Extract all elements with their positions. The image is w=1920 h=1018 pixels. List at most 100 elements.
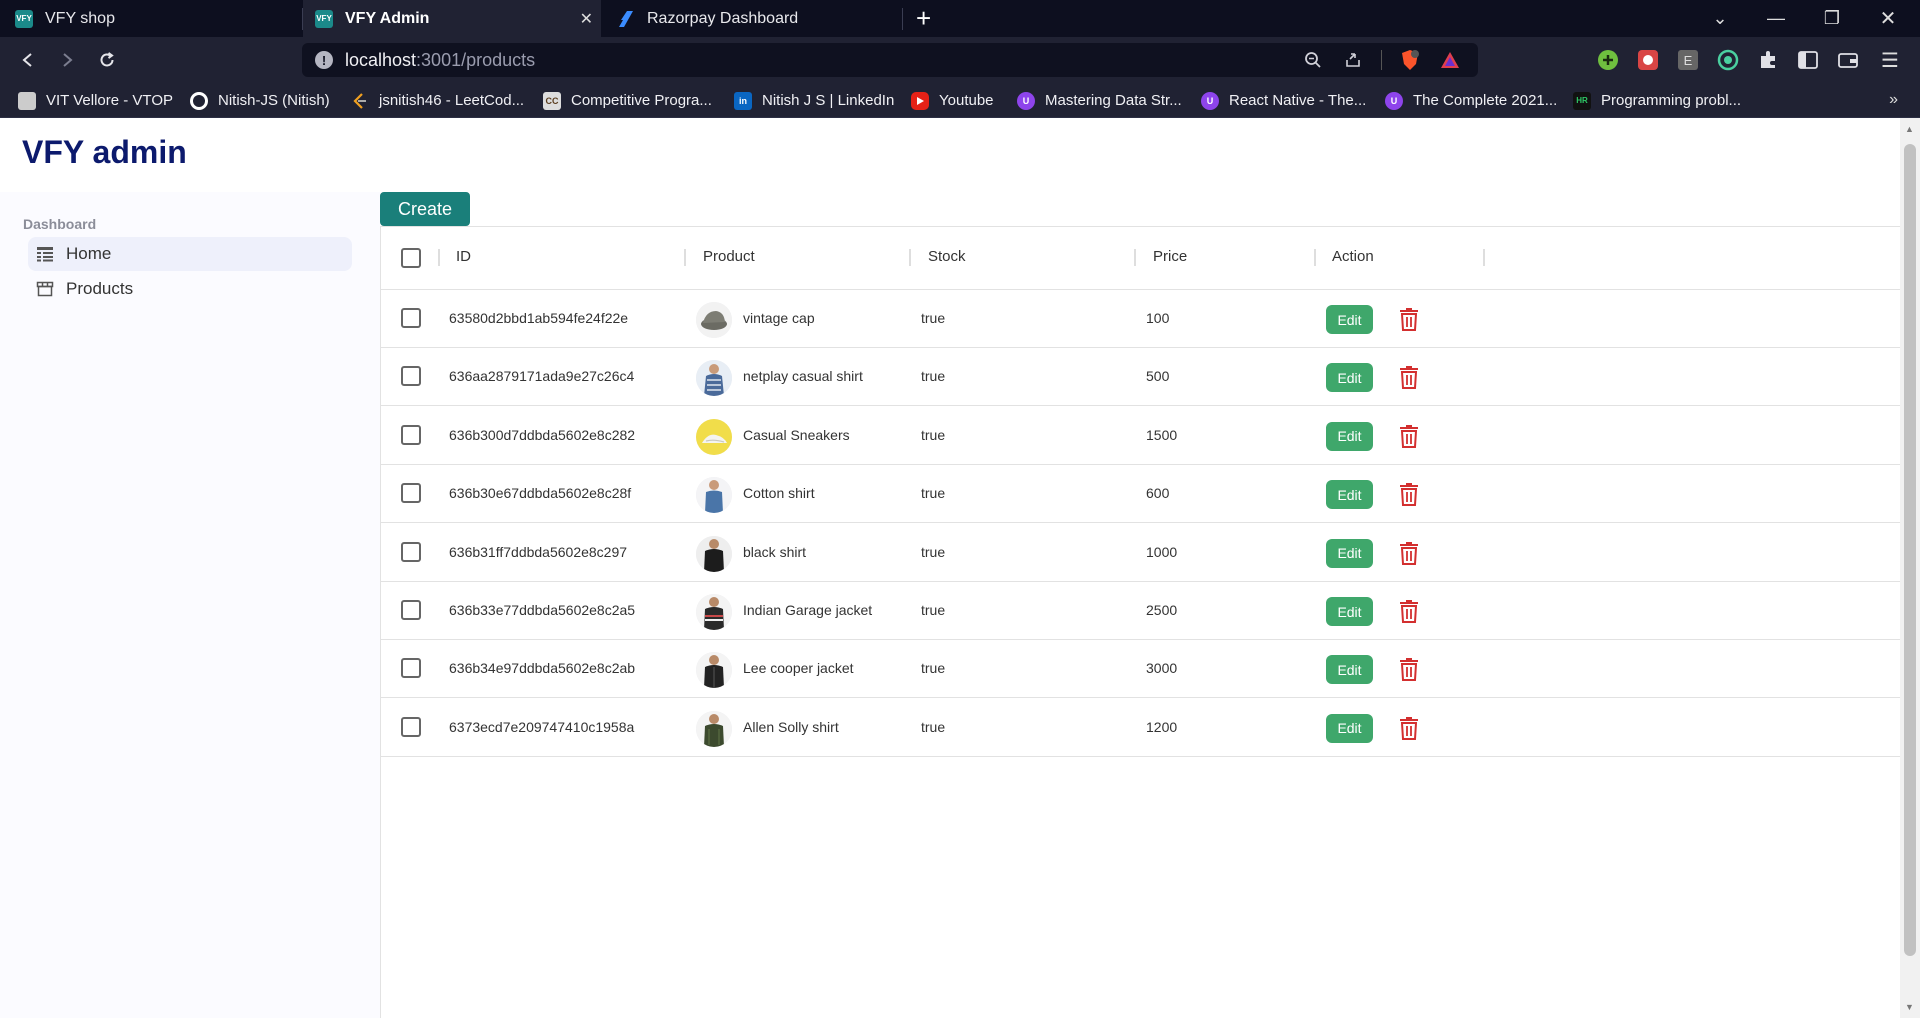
- column-header-id[interactable]: ID: [456, 248, 471, 265]
- delete-trash-icon[interactable]: [1399, 482, 1419, 507]
- delete-trash-icon[interactable]: [1399, 657, 1419, 682]
- edit-button[interactable]: Edit: [1326, 421, 1373, 451]
- reload-icon[interactable]: [92, 45, 122, 75]
- table-row: 636b33e77ddbda5602e8c2a5 Indian Garage ja…: [381, 582, 1901, 640]
- row-checkbox[interactable]: [401, 424, 421, 445]
- bookmark-leetcode[interactable]: jsnitish46 - LeetCod...: [351, 83, 524, 118]
- tab-vfy-admin[interactable]: VFY VFY Admin ✕: [303, 0, 601, 37]
- back-icon[interactable]: [13, 45, 43, 75]
- column-header-price[interactable]: Price: [1153, 248, 1187, 265]
- edit-button[interactable]: Edit: [1326, 538, 1373, 568]
- page-scrollbar[interactable]: ▲ ▼: [1900, 118, 1920, 1018]
- bookmark-vit[interactable]: VIT Vellore - VTOP: [18, 83, 173, 118]
- tab-search-chevron-icon[interactable]: ⌄: [1692, 0, 1748, 37]
- minimize-icon[interactable]: —: [1748, 0, 1804, 37]
- share-icon[interactable]: [1341, 48, 1365, 72]
- linkedin-icon: in: [734, 91, 752, 110]
- row-checkbox[interactable]: [401, 658, 421, 679]
- tab-label: Razorpay Dashboard: [647, 9, 799, 27]
- bookmark-hackerrank[interactable]: HR Programming probl...: [1573, 83, 1741, 118]
- row-checkbox[interactable]: [401, 716, 421, 737]
- table-icon: [36, 246, 54, 262]
- scrollbar-thumb[interactable]: [1904, 144, 1916, 956]
- table-row: 636b34e97ddbda5602e8c2ab Lee cooper jacke…: [381, 640, 1901, 699]
- bookmark-youtube[interactable]: Youtube: [911, 83, 994, 118]
- edit-button[interactable]: Edit: [1326, 305, 1373, 334]
- tab-vfy-shop[interactable]: VFY VFY shop: [0, 0, 300, 37]
- address-bar[interactable]: ! localhost:3001/products: [302, 43, 1478, 77]
- delete-trash-icon[interactable]: [1399, 424, 1419, 448]
- cell-stock: true: [921, 543, 946, 560]
- cell-price: 1200: [1146, 718, 1178, 735]
- close-tab-icon[interactable]: ✕: [580, 9, 593, 29]
- delete-trash-icon[interactable]: [1399, 307, 1419, 331]
- edit-button[interactable]: Edit: [1326, 480, 1373, 510]
- extension-target-icon[interactable]: [1716, 48, 1740, 72]
- edit-button[interactable]: Edit: [1326, 655, 1373, 685]
- product-thumbnail: [696, 535, 732, 572]
- wallet-icon[interactable]: [1836, 48, 1860, 72]
- bookmark-linkedin[interactable]: in Nitish J S | LinkedIn: [734, 83, 894, 118]
- zoom-icon[interactable]: [1301, 48, 1325, 72]
- row-checkbox[interactable]: [401, 366, 421, 387]
- bookmark-udemy-react-native[interactable]: U React Native - The...: [1201, 83, 1366, 118]
- column-header-product[interactable]: Product: [703, 248, 755, 265]
- delete-trash-icon[interactable]: [1399, 541, 1419, 565]
- create-button[interactable]: Create: [380, 192, 470, 226]
- column-header-action[interactable]: Action: [1332, 248, 1374, 265]
- scroll-down-arrow-icon[interactable]: ▼: [1905, 1002, 1914, 1012]
- sidebar-item-products[interactable]: Products: [28, 272, 352, 306]
- delete-trash-icon[interactable]: [1399, 365, 1419, 390]
- bookmark-codechef[interactable]: CC Competitive Progra...: [543, 83, 712, 118]
- store-icon: [36, 281, 54, 297]
- cell-id: 636b30e67ddbda5602e8c28f: [449, 485, 632, 502]
- edit-button[interactable]: Edit: [1326, 363, 1373, 393]
- forward-icon[interactable]: [52, 45, 82, 75]
- select-all-checkbox[interactable]: [401, 248, 421, 268]
- bookmark-udemy-dsa[interactable]: U Mastering Data Str...: [1017, 83, 1182, 118]
- product-thumbnail: [696, 594, 732, 630]
- cell-id: 6373ecd7e209747410c1958a: [449, 718, 635, 735]
- bookmark-github[interactable]: Nitish-JS (Nitish): [190, 83, 330, 118]
- extension-e-icon[interactable]: E: [1676, 48, 1700, 72]
- row-checkbox[interactable]: [401, 541, 421, 562]
- column-separator[interactable]: [684, 249, 686, 266]
- delete-trash-icon[interactable]: [1399, 716, 1419, 740]
- extension-plus-icon[interactable]: [1596, 48, 1620, 72]
- new-tab-plus-icon[interactable]: +: [916, 4, 931, 32]
- sidebar-toggle-icon[interactable]: [1796, 48, 1820, 72]
- vit-icon: [18, 91, 36, 110]
- extension-red-icon[interactable]: [1636, 48, 1660, 72]
- tab-separator: [902, 8, 903, 30]
- bookmark-label: Nitish J S | LinkedIn: [762, 92, 895, 109]
- column-separator[interactable]: [438, 249, 440, 266]
- row-checkbox[interactable]: [401, 308, 421, 328]
- row-checkbox[interactable]: [401, 483, 421, 504]
- tab-razorpay-dashboard[interactable]: Razorpay Dashboard: [603, 0, 901, 37]
- edit-button[interactable]: Edit: [1326, 713, 1373, 743]
- column-separator[interactable]: [1483, 249, 1485, 266]
- cell-product: Casual Sneakers: [743, 426, 850, 443]
- page-content: VFY admin Dashboard Home Products Create…: [0, 118, 1901, 1018]
- cell-id: 636b31ff7ddbda5602e8c297: [449, 543, 628, 560]
- edit-button[interactable]: Edit: [1326, 597, 1373, 626]
- menu-hamburger-icon[interactable]: ☰: [1878, 48, 1902, 72]
- row-checkbox[interactable]: [401, 600, 421, 620]
- delete-trash-icon[interactable]: [1399, 599, 1419, 623]
- site-info-icon[interactable]: !: [315, 51, 333, 69]
- close-window-icon[interactable]: ✕: [1860, 0, 1916, 37]
- cell-id: 636b33e77ddbda5602e8c2a5: [449, 602, 636, 618]
- sidebar-heading: Dashboard: [23, 216, 97, 232]
- extensions-puzzle-icon[interactable]: [1756, 48, 1780, 72]
- restore-icon[interactable]: ❐: [1804, 0, 1860, 37]
- column-separator[interactable]: [1134, 249, 1136, 266]
- brave-rewards-icon[interactable]: [1438, 48, 1462, 72]
- column-separator[interactable]: [1314, 249, 1316, 266]
- bookmarks-overflow-icon[interactable]: »: [1889, 91, 1898, 109]
- scroll-up-arrow-icon[interactable]: ▲: [1905, 124, 1914, 134]
- bookmark-udemy-complete-2021[interactable]: U The Complete 2021...: [1385, 83, 1557, 118]
- column-header-stock[interactable]: Stock: [928, 248, 966, 265]
- sidebar-item-home[interactable]: Home: [28, 237, 352, 271]
- brave-shields-icon[interactable]: [1398, 48, 1422, 72]
- column-separator[interactable]: [909, 249, 911, 266]
